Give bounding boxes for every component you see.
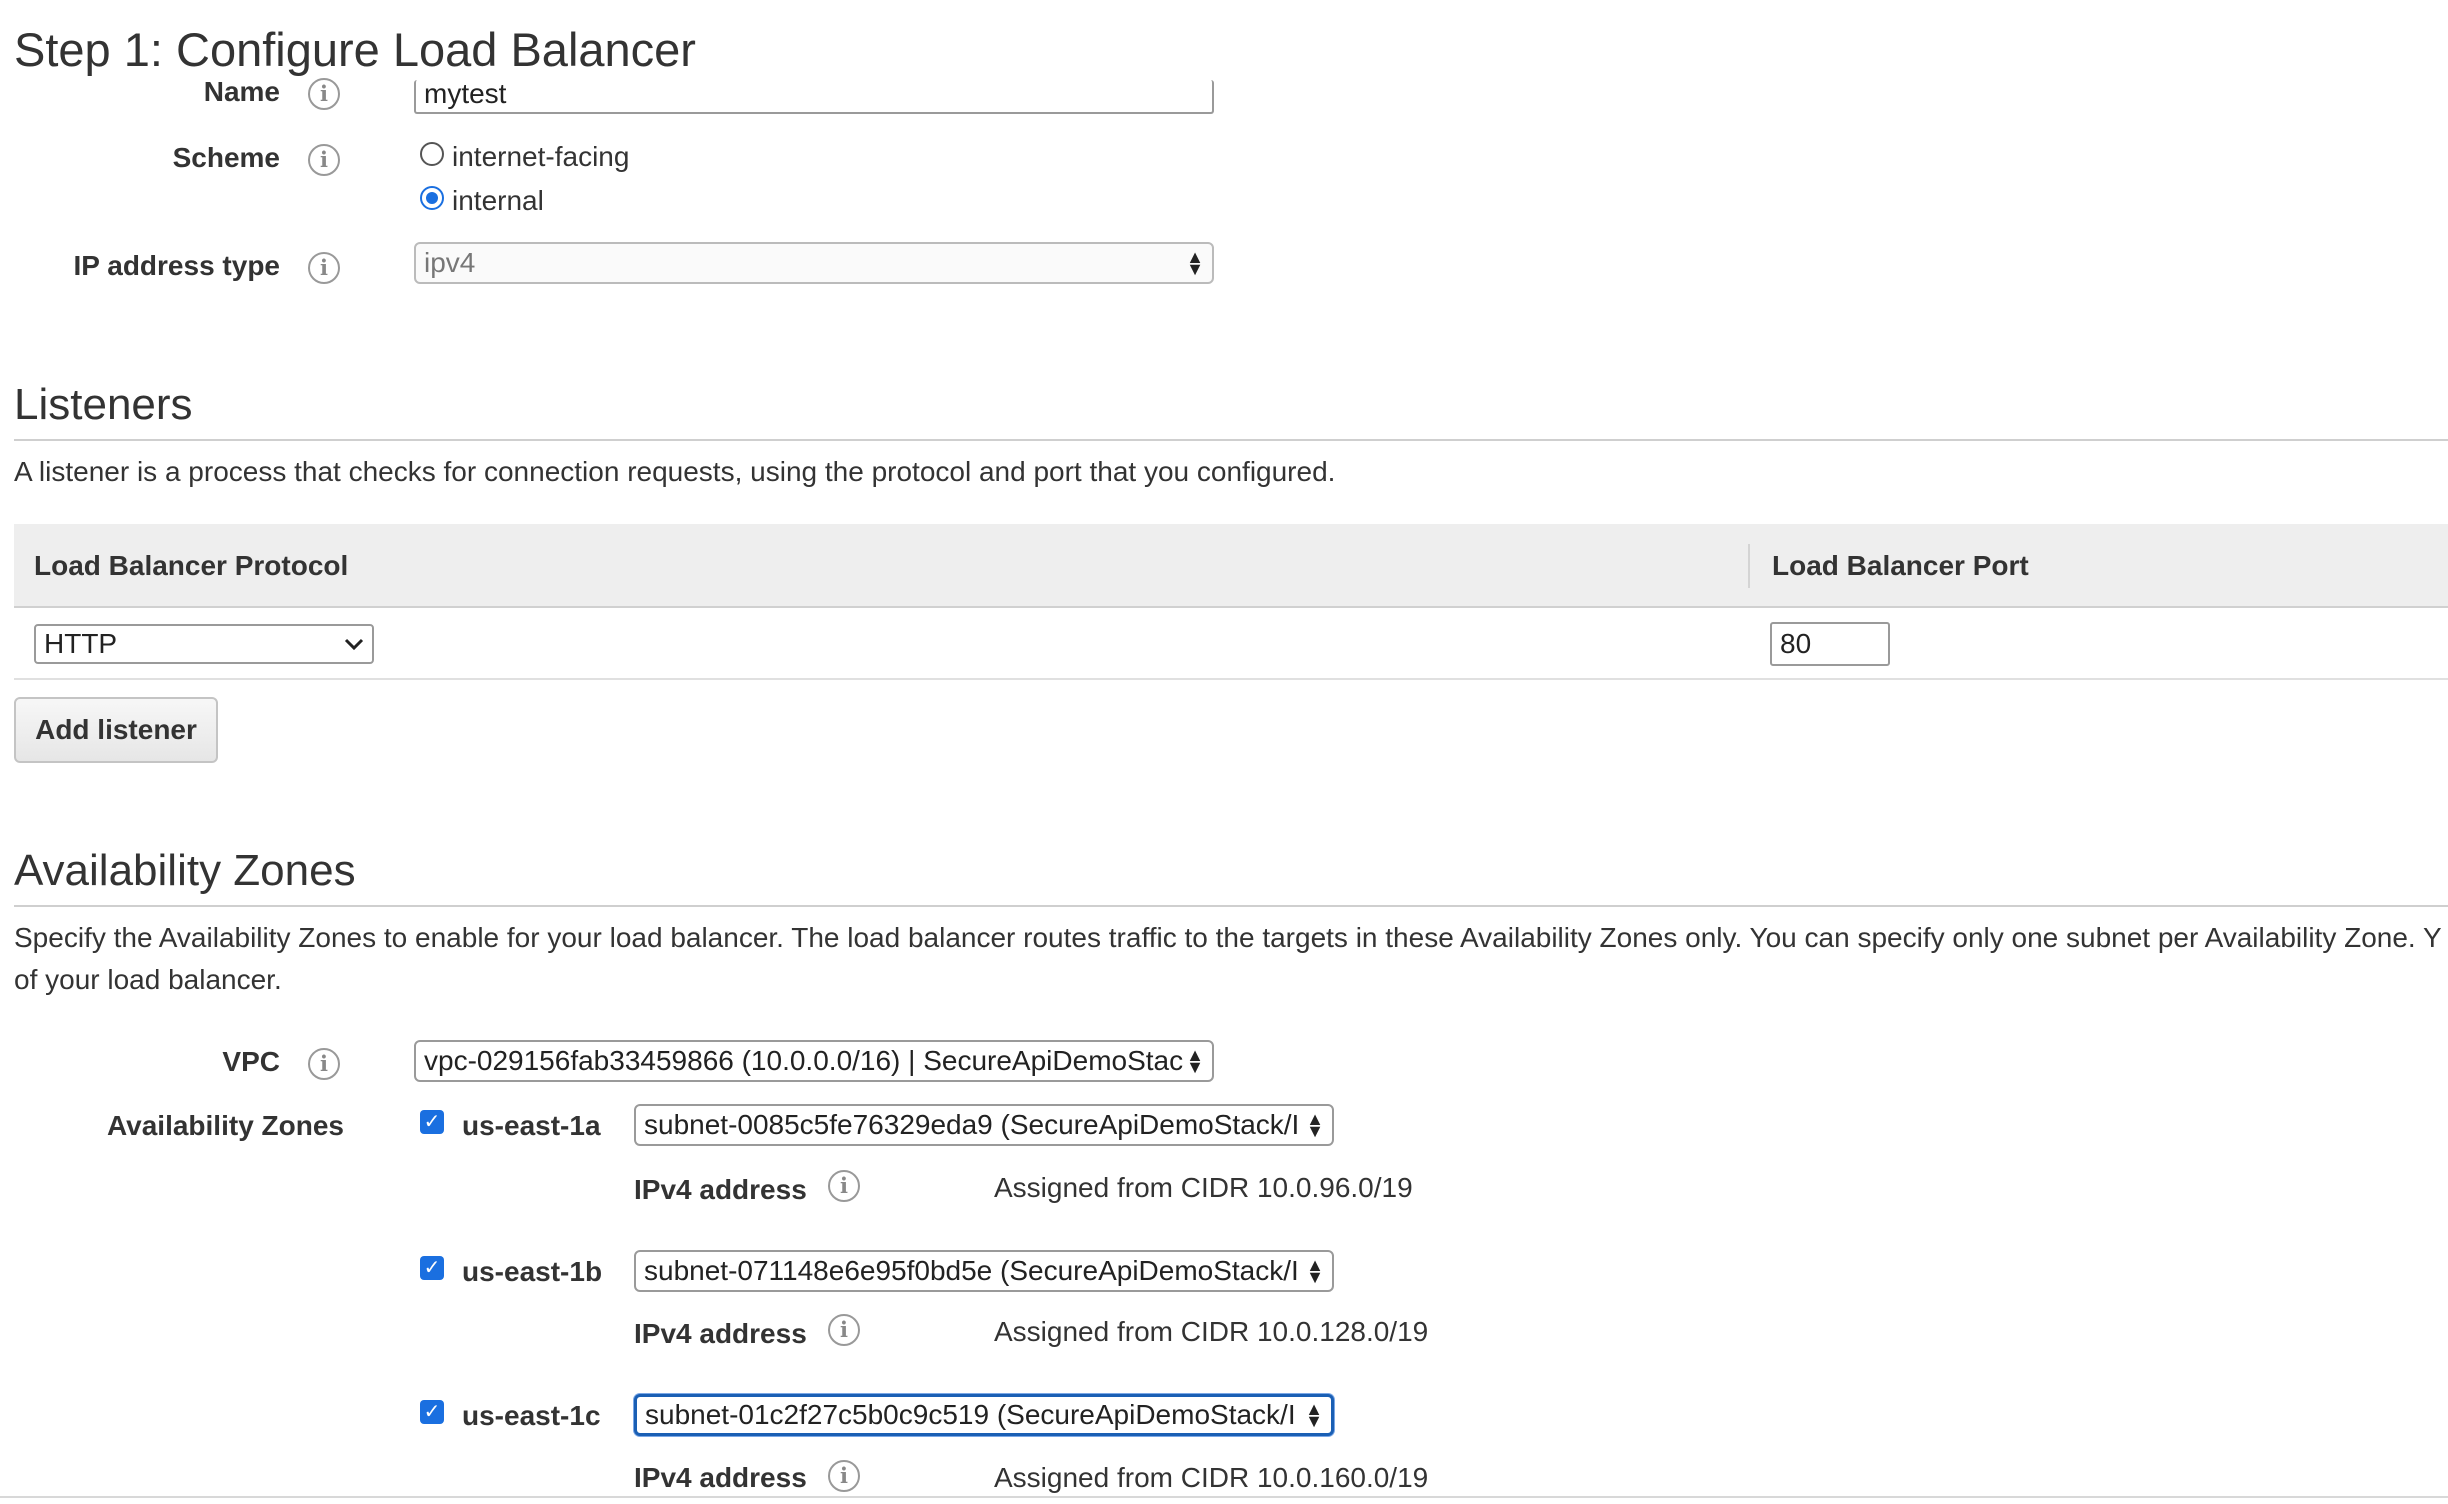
info-icon[interactable]: i [308,144,340,176]
listeners-description: A listener is a process that checks for … [14,456,1336,487]
radio-internet-facing-label[interactable]: internet-facing [452,141,629,173]
name-input[interactable]: mytest [414,80,1214,114]
info-icon[interactable]: i [308,252,340,284]
ip-type-select[interactable]: ipv4 ▲ ▼ [414,242,1214,284]
ipv4-label: IPv4 address [634,1318,807,1349]
info-icon[interactable]: i [828,1170,860,1202]
subnet-select-us-east-1b[interactable]: subnet-071148e6e95f0bd5e (SecureApiDemoS… [634,1250,1334,1292]
ipv4-label: IPv4 address [634,1174,807,1205]
radio-internal[interactable] [420,186,444,210]
section-divider [14,439,2448,441]
select-updown-icon: ▲ ▼ [1186,247,1204,279]
info-icon[interactable]: i [308,1048,340,1080]
column-divider [1748,544,1750,588]
protocol-value: HTTP [44,628,118,659]
section-divider [14,905,2448,907]
zone-checkbox-us-east-1a[interactable]: ✓ [420,1110,444,1134]
availability-description: Specify the Availability Zones to enable… [14,922,2442,953]
select-updown-icon: ▲ ▼ [1186,1045,1204,1077]
vpc-select[interactable]: vpc-029156fab33459866 (10.0.0.0/16) | Se… [414,1040,1214,1082]
subnet-value: subnet-01c2f27c5b0c9c519 (SecureApiDemoS… [645,1399,1296,1430]
info-icon[interactable]: i [308,78,340,110]
zone-checkbox-us-east-1b[interactable]: ✓ [420,1256,444,1280]
zone-checkbox-us-east-1c[interactable]: ✓ [420,1400,444,1424]
select-updown-icon: ▲ ▼ [1306,1255,1324,1287]
name-label: Name [203,76,280,107]
zone-name-us-east-1a: us-east-1a [462,1110,601,1141]
radio-internet-facing[interactable] [420,142,444,166]
ipv4-value: Assigned from CIDR 10.0.160.0/19 [994,1462,1429,1493]
ipv4-value: Assigned from CIDR 10.0.128.0/19 [994,1316,1429,1347]
ipv4-value: Assigned from CIDR 10.0.96.0/19 [994,1172,1413,1203]
availability-heading: Availability Zones [14,846,356,895]
select-updown-icon: ▲ ▼ [1305,1399,1323,1431]
column-header-protocol: Load Balancer Protocol [34,550,349,581]
column-header-port: Load Balancer Port [1772,550,2029,581]
port-input[interactable]: 80 [1770,622,1890,666]
listeners-table-header [14,524,2448,608]
table-row-divider [14,678,2448,680]
subnet-select-us-east-1c[interactable]: subnet-01c2f27c5b0c9c519 (SecureApiDemoS… [634,1394,1334,1436]
add-listener-button[interactable]: Add listener [14,697,218,763]
subnet-select-us-east-1a[interactable]: subnet-0085c5fe76329eda9 (SecureApiDemoS… [634,1104,1334,1146]
scheme-label: Scheme [172,142,280,173]
radio-internal-label[interactable]: internal [452,185,544,217]
zone-name-us-east-1b: us-east-1b [462,1256,603,1287]
protocol-select[interactable]: HTTP [34,624,374,664]
ip-type-value: ipv4 [424,247,476,278]
vpc-label: VPC [222,1046,280,1077]
availability-description-continued: of your load balancer. [14,964,282,995]
zone-name-us-east-1c: us-east-1c [462,1400,601,1431]
bottom-divider [0,1496,2448,1498]
page-title: Step 1: Configure Load Balancer [14,23,696,76]
subnet-value: subnet-071148e6e95f0bd5e (SecureApiDemoS… [644,1255,1299,1286]
vpc-value: vpc-029156fab33459866 (10.0.0.0/16) | Se… [424,1045,1184,1076]
ipv4-label: IPv4 address [634,1462,807,1493]
listeners-heading: Listeners [14,380,193,429]
chevron-down-icon [344,638,364,651]
select-updown-icon: ▲ ▼ [1306,1109,1324,1141]
ip-type-label: IP address type [73,250,280,281]
zones-label: Availability Zones [106,1110,344,1141]
subnet-value: subnet-0085c5fe76329eda9 (SecureApiDemoS… [644,1109,1300,1140]
info-icon[interactable]: i [828,1314,860,1346]
info-icon[interactable]: i [828,1460,860,1492]
